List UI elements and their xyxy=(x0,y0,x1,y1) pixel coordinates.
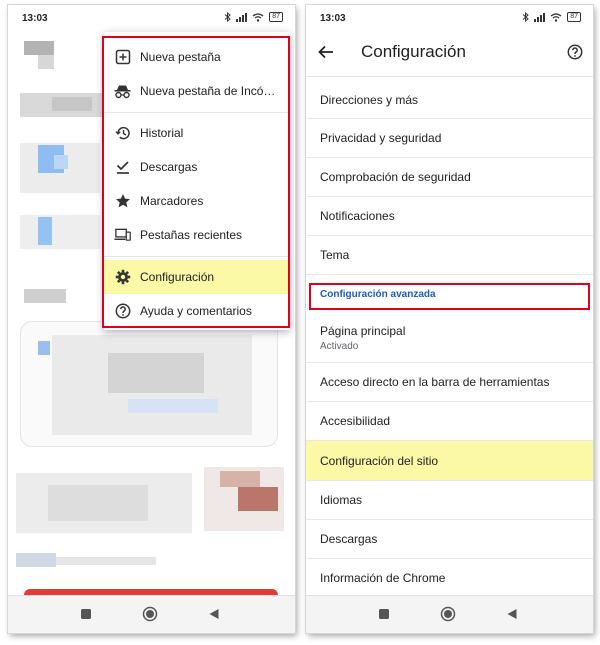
android-nav-bar xyxy=(8,595,295,633)
settings-item-addresses[interactable]: Direcciones y más xyxy=(306,81,593,119)
wifi-icon xyxy=(550,12,562,22)
menu-item-label: Nueva pestaña xyxy=(140,50,221,64)
menu-divider xyxy=(104,112,290,113)
android-nav-bar xyxy=(306,595,593,633)
settings-item-privacy[interactable]: Privacidad y seguridad xyxy=(306,119,593,158)
status-time: 13:03 xyxy=(22,13,48,24)
settings-item-label: Accesibilidad xyxy=(320,414,391,428)
download-check-icon xyxy=(114,159,131,176)
menu-item-label: Marcadores xyxy=(140,194,204,208)
battery-indicator: 87 xyxy=(269,12,283,22)
settings-item-label: Descargas xyxy=(320,532,378,546)
status-bar: 13:03 87 xyxy=(306,5,593,31)
menu-item-label: Historial xyxy=(140,126,184,140)
back-arrow-icon[interactable] xyxy=(318,45,334,59)
settings-item-safety-check[interactable]: Comprobación de seguridad xyxy=(306,158,593,197)
recents-icon[interactable] xyxy=(80,608,92,620)
menu-item-bookmarks[interactable]: Marcadores xyxy=(104,184,290,218)
overflow-menu: Nueva pestaña Nueva pestaña de Incó… His… xyxy=(104,32,290,330)
home-icon[interactable] xyxy=(440,606,456,622)
menu-item-recent-tabs[interactable]: Pestañas recientes xyxy=(104,218,290,252)
status-icons: 87 xyxy=(522,12,581,22)
settings-item-label: Notificaciones xyxy=(320,209,395,223)
settings-item-languages[interactable]: Idiomas xyxy=(306,481,593,520)
wifi-icon xyxy=(252,12,264,22)
settings-item-theme[interactable]: Tema xyxy=(306,236,593,275)
signal-icon xyxy=(534,12,546,22)
new-tab-icon xyxy=(114,49,131,66)
settings-item-label: Tema xyxy=(320,248,350,262)
back-icon[interactable] xyxy=(506,608,518,620)
bluetooth-icon xyxy=(224,12,231,22)
menu-item-label: Configuración xyxy=(140,270,215,284)
settings-item-label: Idiomas xyxy=(320,493,363,507)
settings-item-label: Página principal xyxy=(320,323,406,338)
incognito-icon xyxy=(114,83,131,100)
gear-icon xyxy=(114,269,131,286)
status-bar: 13:03 87 xyxy=(8,5,295,31)
settings-item-site-settings[interactable]: Configuración del sitio xyxy=(306,441,593,481)
settings-item-label: Privacidad y seguridad xyxy=(320,131,442,145)
settings-item-toolbar-shortcut[interactable]: Acceso directo en la barra de herramient… xyxy=(306,363,593,402)
back-icon[interactable] xyxy=(208,608,220,620)
menu-item-label: Descargas xyxy=(140,160,198,174)
settings-item-label: Configuración del sitio xyxy=(320,453,439,468)
battery-indicator: 87 xyxy=(567,12,581,22)
recents-icon[interactable] xyxy=(378,608,390,620)
menu-item-label: Pestañas recientes xyxy=(140,228,243,242)
menu-divider xyxy=(104,256,290,257)
status-icons: 87 xyxy=(224,12,283,22)
settings-item-homepage[interactable]: Página principal Activado xyxy=(306,313,593,363)
devices-icon xyxy=(114,227,131,244)
menu-item-label: Nueva pestaña de Incó… xyxy=(140,84,276,98)
settings-item-downloads[interactable]: Descargas xyxy=(306,520,593,559)
bluetooth-icon xyxy=(522,12,529,22)
settings-item-label: Comprobación de seguridad xyxy=(320,170,471,184)
star-icon xyxy=(114,193,131,210)
menu-item-new-tab[interactable]: Nueva pestaña xyxy=(104,40,290,74)
help-icon xyxy=(114,303,131,320)
menu-item-incognito-tab[interactable]: Nueva pestaña de Incó… xyxy=(104,74,290,108)
settings-app-bar: Configuración xyxy=(306,31,593,77)
menu-item-downloads[interactable]: Descargas xyxy=(104,150,290,184)
history-icon xyxy=(114,125,131,142)
left-phone-screen: 13:03 87 Nueva pestaña Nueva pestaña de … xyxy=(8,5,295,633)
home-icon[interactable] xyxy=(142,606,158,622)
menu-item-settings[interactable]: Configuración xyxy=(104,260,290,294)
settings-item-about-chrome[interactable]: Información de Chrome xyxy=(306,559,593,597)
settings-item-label: Direcciones y más xyxy=(320,92,419,107)
help-icon[interactable] xyxy=(567,44,583,60)
right-phone-screen: 13:03 87 Configuración Direcciones y más… xyxy=(306,5,593,633)
settings-item-sublabel: Activado xyxy=(320,340,359,352)
menu-item-help[interactable]: Ayuda y comentarios xyxy=(104,294,290,328)
settings-item-label: Información de Chrome xyxy=(320,571,446,585)
menu-item-history[interactable]: Historial xyxy=(104,116,290,150)
settings-item-label: Acceso directo en la barra de herramient… xyxy=(320,375,550,389)
status-time: 13:03 xyxy=(320,13,346,24)
signal-icon xyxy=(236,12,248,22)
menu-item-label: Ayuda y comentarios xyxy=(140,304,252,318)
settings-item-accessibility[interactable]: Accesibilidad xyxy=(306,402,593,441)
section-header-advanced: Configuración avanzada xyxy=(320,289,436,300)
page-title: Configuración xyxy=(361,42,466,61)
settings-item-notifications[interactable]: Notificaciones xyxy=(306,197,593,236)
